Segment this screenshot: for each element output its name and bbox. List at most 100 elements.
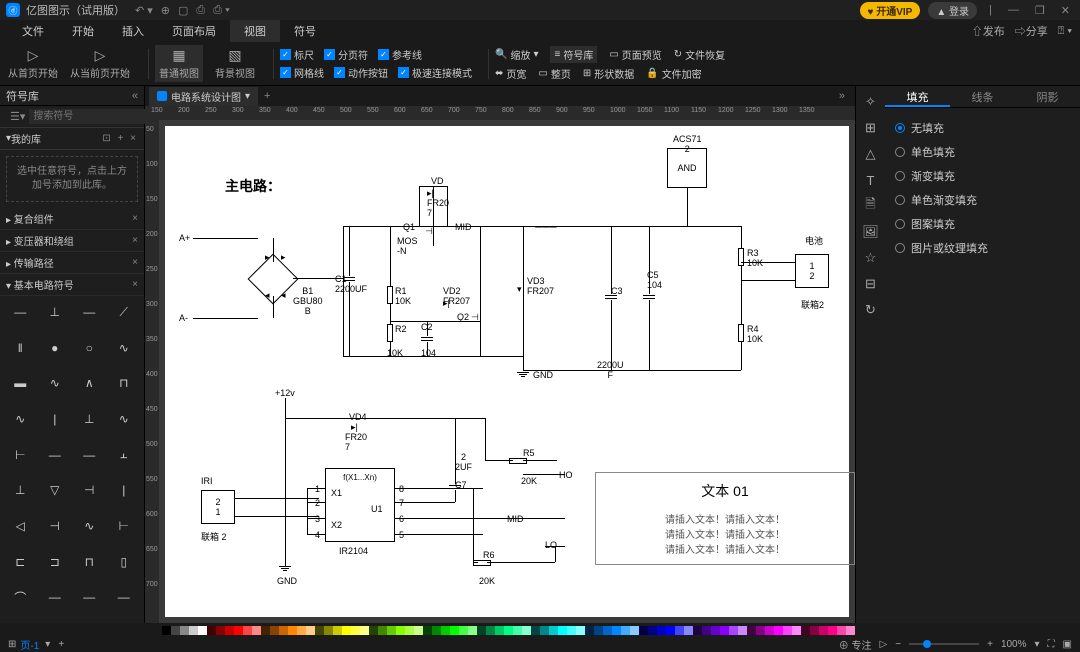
menu-页面布局[interactable]: 页面布局	[158, 20, 230, 42]
symbol-item[interactable]: ⊏	[4, 550, 37, 574]
symlib-button[interactable]: ≡ 符号库	[550, 46, 597, 63]
symbol-item[interactable]: —	[108, 585, 141, 609]
swatch[interactable]	[612, 626, 621, 635]
image-icon[interactable]: 🖼	[863, 224, 879, 240]
swatch[interactable]	[306, 626, 315, 635]
symbol-item[interactable]: ⟋	[108, 300, 141, 324]
swatch[interactable]	[702, 626, 711, 635]
swatch[interactable]	[693, 626, 702, 635]
swatch[interactable]	[720, 626, 729, 635]
rp-tab-2[interactable]: 阴影	[1015, 86, 1080, 107]
symbol-item[interactable]: ●	[39, 336, 72, 360]
page[interactable]: 主电路： A+ A- ▸▸ ◂◂ B1 GBU80 B	[165, 126, 849, 617]
swatch[interactable]	[423, 626, 432, 635]
fit-icon[interactable]: ⛶	[1048, 639, 1055, 650]
menu-开始[interactable]: 开始	[58, 20, 108, 42]
play-icon[interactable]: ▷	[880, 639, 888, 650]
swatch[interactable]	[558, 626, 567, 635]
symbol-item[interactable]: ▽	[39, 478, 72, 502]
collapse-right-icon[interactable]: »	[833, 90, 851, 102]
add-tab-button[interactable]: +	[264, 90, 270, 102]
share-button[interactable]: ⇨分享	[1015, 23, 1048, 39]
swatch[interactable]	[279, 626, 288, 635]
grid-icon[interactable]: ⊞	[863, 120, 879, 136]
new-icon[interactable]: ⊕	[161, 4, 170, 17]
symbol-item[interactable]: ○	[73, 336, 106, 360]
swatch[interactable]	[405, 626, 414, 635]
pagewidth-button[interactable]: ⬌ 页宽	[495, 66, 526, 81]
swatch[interactable]	[531, 626, 540, 635]
swatch[interactable]	[315, 626, 324, 635]
res-r5[interactable]	[509, 458, 527, 464]
page-dropdown-icon[interactable]: ▾	[45, 639, 50, 650]
check-fast[interactable]: ✓极速连接模式	[398, 65, 472, 80]
swatch[interactable]	[441, 626, 450, 635]
swatch[interactable]	[432, 626, 441, 635]
login-button[interactable]: ▲ 登录	[928, 2, 977, 19]
swatch[interactable]	[747, 626, 756, 635]
publish-button[interactable]: ⇧发布	[972, 23, 1005, 39]
symbol-item[interactable]: ⊥	[4, 478, 37, 502]
swatch[interactable]	[387, 626, 396, 635]
play-from-first[interactable]: ▷从首页开始	[8, 47, 58, 80]
swatch[interactable]	[216, 626, 225, 635]
symbol-item[interactable]: ∿	[108, 336, 141, 360]
document-tab[interactable]: 电路系统设计图▾	[149, 87, 258, 106]
symbol-item[interactable]: |	[108, 478, 141, 502]
symbol-item[interactable]: ⊥	[73, 407, 106, 431]
fill-opt-4[interactable]: 图案填充	[895, 212, 1070, 236]
symbol-item[interactable]: —	[73, 300, 106, 324]
rp-tab-0[interactable]: 填充	[885, 86, 950, 107]
symbol-item[interactable]: —	[4, 300, 37, 324]
swatch[interactable]	[414, 626, 423, 635]
category-1[interactable]: ▸ 变压器和绕组×	[0, 230, 144, 252]
category-2[interactable]: ▸ 传输路径×	[0, 252, 144, 274]
symbol-item[interactable]: ▯	[108, 550, 141, 574]
star-icon[interactable]: ☆	[863, 250, 879, 266]
view-background[interactable]: ▧背景视图	[215, 47, 255, 80]
acs-block[interactable]: AND	[667, 148, 707, 188]
swatch[interactable]	[495, 626, 504, 635]
window-restore-icon[interactable]: ❐	[1031, 4, 1049, 17]
swatch[interactable]	[675, 626, 684, 635]
symbol-item[interactable]: ⊓	[108, 371, 141, 395]
zoom-in-icon[interactable]: +	[987, 639, 993, 650]
color-palette[interactable]	[0, 623, 1080, 637]
symbol-item[interactable]: ⊢	[108, 514, 141, 538]
mylib-tools[interactable]: ⊡ + ×	[102, 133, 138, 144]
fullscreen-icon[interactable]: ▣	[1063, 639, 1072, 650]
swatch[interactable]	[585, 626, 594, 635]
symbol-item[interactable]: —	[39, 585, 72, 609]
rp-tab-1[interactable]: 线条	[950, 86, 1015, 107]
swatch[interactable]	[378, 626, 387, 635]
pages-icon[interactable]: ⊞	[8, 639, 16, 650]
check-page[interactable]: ✓分页符	[324, 47, 368, 62]
swatch[interactable]	[351, 626, 360, 635]
swatch[interactable]	[657, 626, 666, 635]
swatch[interactable]	[711, 626, 720, 635]
text-block[interactable]: 文本 01 请插入文本！请插入文本！ 请插入文本！请插入文本！ 请插入文本！请插…	[595, 472, 855, 565]
canvas[interactable]: 主电路： A+ A- ▸▸ ◂◂ B1 GBU80 B	[159, 120, 855, 623]
fill-opt-1[interactable]: 单色填充	[895, 140, 1070, 164]
page-label[interactable]: 页-1	[20, 637, 39, 652]
swatch[interactable]	[450, 626, 459, 635]
iri-block[interactable]: 2 1	[201, 490, 235, 524]
symbol-item[interactable]: ‖	[4, 336, 37, 360]
add-page-button[interactable]: +	[58, 639, 64, 650]
swatch[interactable]	[261, 626, 270, 635]
swatch[interactable]	[783, 626, 792, 635]
symbol-item[interactable]: ⌒	[4, 585, 37, 609]
symbol-item[interactable]: ⊐	[39, 550, 72, 574]
swatch[interactable]	[459, 626, 468, 635]
battery-block[interactable]: 1 2	[795, 254, 829, 288]
swatch[interactable]	[189, 626, 198, 635]
swatch[interactable]	[288, 626, 297, 635]
swatch[interactable]	[639, 626, 648, 635]
symbol-item[interactable]: ∿	[73, 514, 106, 538]
window-close-icon[interactable]: ✕	[1057, 4, 1074, 17]
focus-button[interactable]: ⊕ 专注	[839, 637, 872, 652]
swatch[interactable]	[594, 626, 603, 635]
symbol-item[interactable]: —	[39, 443, 72, 467]
symbol-item[interactable]: ▬	[4, 371, 37, 395]
swatch[interactable]	[162, 626, 171, 635]
